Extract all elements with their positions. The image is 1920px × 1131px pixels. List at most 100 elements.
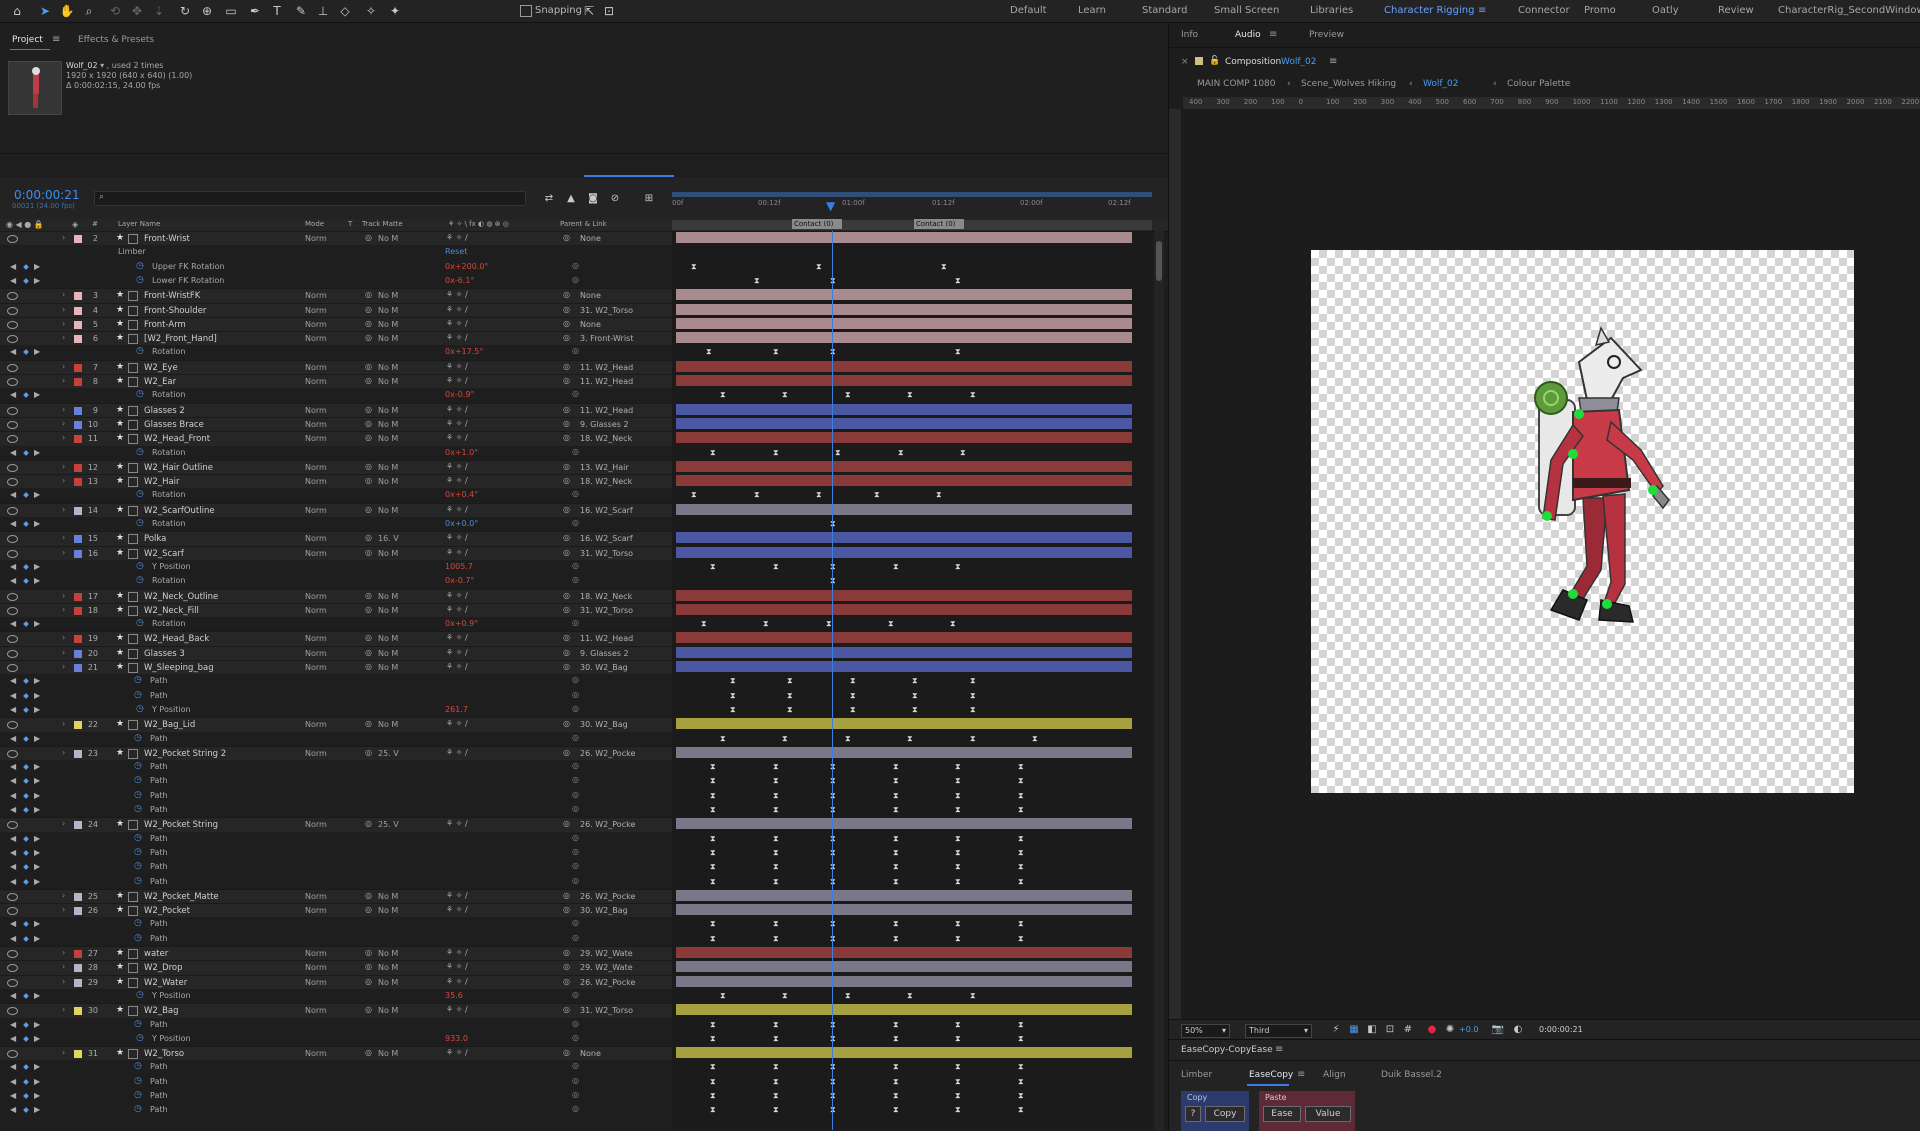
keyframe-icon[interactable]: ⧗ — [830, 1035, 836, 1043]
eye-icon[interactable] — [7, 550, 18, 558]
channel-icon[interactable]: ● — [1423, 1021, 1441, 1039]
keyframe-icon[interactable]: ⧗ — [907, 992, 913, 1000]
keyframe-icon[interactable]: ⧗ — [830, 1021, 836, 1029]
keyframe-icon[interactable]: ⧗ — [955, 806, 961, 814]
lock-icon[interactable]: 🔓 — [1209, 56, 1220, 66]
pickwhip-icon[interactable]: ◎ — [563, 891, 570, 900]
layer-name[interactable]: W2_Water — [144, 978, 187, 988]
keyframe-icon[interactable]: ⧗ — [893, 1035, 899, 1043]
workspace-character-rigging[interactable]: Character Rigging — [1384, 5, 1474, 16]
chevron-down-icon[interactable]: › — [62, 405, 65, 414]
keyframe-toggle-icon[interactable] — [23, 1036, 29, 1042]
matte-chain-icon[interactable]: ◎ — [365, 476, 372, 485]
keyframe-icon[interactable]: ⧗ — [763, 620, 769, 628]
workspace-review[interactable]: Review — [1718, 5, 1754, 16]
next-keyframe-icon[interactable]: ▶ — [34, 1091, 40, 1100]
keyframe-icon[interactable]: ⧗ — [970, 992, 976, 1000]
mode-select[interactable]: Norm — [305, 720, 327, 729]
keyframe-toggle-icon[interactable] — [23, 764, 29, 770]
eye-icon[interactable] — [7, 307, 18, 315]
expression-pickwhip-icon[interactable]: ◎ — [572, 618, 579, 627]
stopwatch-icon[interactable]: ◷ — [134, 733, 142, 743]
layer-row[interactable]: › 26 ★ W2_Pocket Norm ◎ No M ⚘ ✧ ∕ ◎ 30. W2_Bag — [0, 903, 672, 918]
playhead-handle-icon[interactable]: ▼ — [826, 200, 838, 212]
parent-select[interactable]: 26. W2_Pocke — [580, 978, 635, 987]
pickwhip-icon[interactable]: ◎ — [563, 905, 570, 914]
layer-duration-bar[interactable] — [676, 304, 1132, 315]
keyframe-icon[interactable]: ⧗ — [898, 449, 904, 457]
chevron-down-icon[interactable]: › — [62, 505, 65, 514]
eye-icon[interactable] — [7, 292, 18, 300]
keyframe-icon[interactable]: ⧗ — [691, 491, 697, 499]
track-matte-select[interactable]: No M — [378, 892, 398, 901]
stopwatch-icon[interactable]: ◷ — [134, 861, 142, 871]
chevron-down-icon[interactable]: › — [62, 376, 65, 385]
keyframe-icon[interactable]: ⧗ — [710, 563, 716, 571]
stopwatch-icon[interactable]: ◷ — [134, 690, 142, 700]
pickwhip-icon[interactable]: ◎ — [563, 476, 570, 485]
prev-keyframe-icon[interactable]: ◀ — [10, 276, 16, 285]
keyframe-icon[interactable]: ⧗ — [970, 677, 976, 685]
chevron-down-icon[interactable]: › — [62, 333, 65, 342]
mode-select[interactable]: Norm — [305, 506, 327, 515]
layer-name[interactable]: Glasses 2 — [144, 406, 185, 416]
prev-keyframe-icon[interactable]: ◀ — [10, 834, 16, 843]
shy-switch-icon[interactable]: ⚘ ✧ ∕ — [446, 662, 468, 671]
layer-row[interactable]: › 22 ★ W2_Bag_Lid Norm ◎ No M ⚘ ✧ ∕ ◎ 30. W2_Bag — [0, 717, 672, 732]
keyframe-toggle-icon[interactable] — [23, 707, 29, 713]
keyframe-toggle-icon[interactable] — [23, 736, 29, 742]
expression-pickwhip-icon[interactable]: ◎ — [572, 389, 579, 398]
pickwhip-icon[interactable]: ◎ — [563, 319, 570, 328]
mode-select[interactable]: Norm — [305, 1049, 327, 1058]
keyframe-icon[interactable]: ⧗ — [830, 348, 836, 356]
layer-duration-bar[interactable] — [676, 547, 1132, 558]
keyframe-icon[interactable]: ⧗ — [830, 863, 836, 871]
property-value[interactable]: Reset — [445, 247, 467, 256]
layer-duration-bar[interactable] — [676, 890, 1132, 901]
parent-select[interactable]: None — [580, 291, 601, 300]
eye-icon[interactable] — [7, 650, 18, 658]
parent-select[interactable]: 26. W2_Pocke — [580, 749, 635, 758]
eye-icon[interactable] — [7, 593, 18, 601]
keyframe-icon[interactable]: ⧗ — [1018, 1063, 1024, 1071]
property-row[interactable]: ◀ ▶ ◷ Path ◎ — [0, 1103, 672, 1117]
keyframe-icon[interactable]: ⧗ — [893, 835, 899, 843]
wolf-character[interactable] — [1311, 250, 1854, 793]
layer-name[interactable]: W2_Pocket String — [144, 820, 218, 830]
keyframe-icon[interactable]: ⧗ — [787, 677, 793, 685]
eye-icon[interactable] — [7, 721, 18, 729]
property-row[interactable]: ◀ ▶ ◷ Path ◎ — [0, 1018, 672, 1032]
eye-icon[interactable] — [7, 1050, 18, 1058]
track-matte-select[interactable]: No M — [378, 1006, 398, 1015]
keyframe-icon[interactable]: ⧗ — [955, 1035, 961, 1043]
layer-duration-bar[interactable] — [676, 361, 1132, 372]
stopwatch-icon[interactable]: ◷ — [134, 790, 142, 800]
shy-switch-icon[interactable]: ⚘ ✧ ∕ — [446, 748, 468, 757]
keyframe-toggle-icon[interactable] — [23, 807, 29, 813]
layer-row[interactable]: › 7 ★ W2_Eye Norm ◎ No M ⚘ ✧ ∕ ◎ 11. W2_Head — [0, 360, 672, 375]
parent-select[interactable]: 31. W2_Torso — [580, 1006, 633, 1015]
keyframe-icon[interactable]: ⧗ — [710, 1078, 716, 1086]
parent-select[interactable]: 29. W2_Wate — [580, 963, 633, 972]
shy-switch-icon[interactable]: ⚘ ✧ ∕ — [446, 319, 468, 328]
chevron-down-icon[interactable]: › — [62, 605, 65, 614]
eye-icon[interactable] — [7, 378, 18, 386]
keyframe-icon[interactable]: ⧗ — [710, 806, 716, 814]
track-matte-select[interactable]: No M — [378, 420, 398, 429]
layer-duration-bar[interactable] — [676, 604, 1132, 615]
keyframe-icon[interactable]: ⧗ — [830, 563, 836, 571]
pickwhip-icon[interactable]: ◎ — [563, 962, 570, 971]
property-row[interactable]: ◀ ▶ ◷ Path ◎ — [0, 1075, 672, 1089]
expression-pickwhip-icon[interactable]: ◎ — [572, 1061, 579, 1070]
prev-keyframe-icon[interactable]: ◀ — [10, 776, 16, 785]
copy-button[interactable]: Copy — [1205, 1106, 1245, 1122]
chevron-down-icon[interactable]: › — [62, 290, 65, 299]
stopwatch-icon[interactable]: ◷ — [136, 1033, 144, 1043]
keyframe-icon[interactable]: ⧗ — [907, 391, 913, 399]
parent-select[interactable]: 30. W2_Bag — [580, 906, 628, 915]
prev-keyframe-icon[interactable]: ◀ — [10, 791, 16, 800]
eye-icon[interactable] — [7, 664, 18, 672]
mode-select[interactable]: Norm — [305, 291, 327, 300]
shy-switch-icon[interactable]: ⚘ ✧ ∕ — [446, 476, 468, 485]
keyframe-toggle-icon[interactable] — [23, 1022, 29, 1028]
